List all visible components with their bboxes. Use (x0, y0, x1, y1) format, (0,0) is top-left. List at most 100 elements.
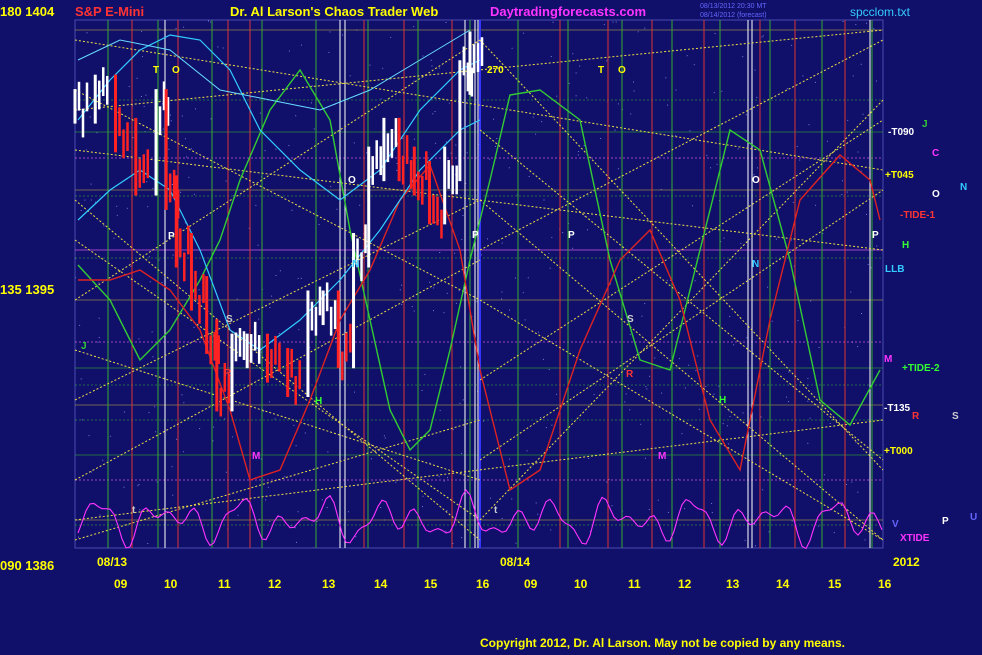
star (434, 111, 436, 112)
date-label-day2: 08/14 (500, 555, 530, 569)
star (210, 118, 212, 120)
star (615, 21, 617, 23)
star (148, 412, 150, 414)
star (90, 199, 92, 201)
curve-label: P (472, 230, 479, 241)
star (438, 476, 440, 478)
star (445, 530, 447, 532)
right-label: -T090 (888, 127, 915, 138)
star (260, 112, 261, 114)
star (649, 375, 651, 377)
star (438, 67, 440, 69)
star (258, 318, 260, 320)
x-tick-label: 16 (476, 577, 490, 591)
star (550, 529, 552, 531)
star (293, 424, 295, 426)
star (851, 481, 853, 483)
star (136, 77, 138, 79)
star (255, 204, 257, 206)
star (540, 417, 541, 418)
star (542, 358, 544, 360)
star (443, 480, 445, 482)
star (697, 355, 699, 357)
star (509, 458, 510, 460)
x-tick-label: 12 (268, 577, 282, 591)
star (860, 63, 862, 65)
star (313, 128, 315, 130)
star (195, 108, 196, 110)
star (120, 155, 122, 157)
star (90, 183, 92, 185)
star (402, 137, 404, 139)
star (304, 432, 306, 434)
curve-label: P (168, 231, 175, 242)
star (349, 75, 351, 77)
curve-label: M (252, 451, 260, 462)
star (648, 509, 650, 510)
right-label: -TIDE-1 (900, 210, 935, 221)
star (552, 21, 554, 23)
star (182, 451, 184, 453)
star (330, 186, 332, 188)
chaos-chart: -T090 J C +T045 O N -TIDE-1 H LLB M +TIDE-2 -T135 R S… (0, 0, 982, 650)
curve-label: P (568, 230, 575, 241)
star (640, 423, 642, 425)
star (190, 148, 192, 150)
right-label: M (884, 354, 892, 365)
right-label: XTIDE (900, 533, 930, 544)
star (809, 417, 811, 419)
star (876, 80, 877, 82)
star (556, 95, 558, 97)
star (792, 201, 794, 203)
star (329, 31, 331, 33)
star (842, 180, 843, 182)
star (716, 163, 718, 165)
star (572, 53, 574, 55)
star (532, 116, 534, 118)
star (511, 498, 513, 500)
curve-label: S (226, 314, 233, 325)
star (370, 458, 372, 460)
star (791, 44, 793, 46)
x-tick-label: 15 (828, 577, 842, 591)
star (231, 436, 233, 438)
star (693, 64, 695, 66)
star (433, 310, 434, 312)
star (833, 532, 835, 534)
star (603, 24, 605, 26)
star (445, 22, 447, 23)
star (103, 225, 105, 227)
star (294, 527, 296, 529)
star (395, 481, 397, 483)
star (274, 418, 276, 420)
star (369, 64, 371, 66)
right-label: H (902, 240, 909, 251)
star (355, 536, 357, 538)
star (396, 169, 398, 171)
star (224, 418, 226, 420)
star (431, 65, 433, 67)
star (675, 89, 677, 91)
star (186, 156, 188, 158)
star (316, 521, 318, 522)
star (857, 151, 859, 153)
star (629, 409, 631, 411)
star (384, 437, 386, 439)
star (744, 539, 746, 541)
star (494, 146, 496, 147)
star (181, 115, 183, 117)
star (383, 435, 385, 437)
star (864, 539, 866, 541)
star (193, 326, 195, 328)
copyright: Copyright 2012, Dr. Al Larson. May not b… (480, 636, 845, 650)
star (509, 309, 510, 311)
right-label: R (912, 411, 920, 422)
star (380, 507, 382, 508)
star (399, 289, 401, 291)
star (149, 281, 151, 283)
star (675, 135, 677, 137)
star (545, 427, 547, 429)
star (866, 22, 867, 24)
star (188, 176, 190, 178)
star (850, 291, 852, 293)
